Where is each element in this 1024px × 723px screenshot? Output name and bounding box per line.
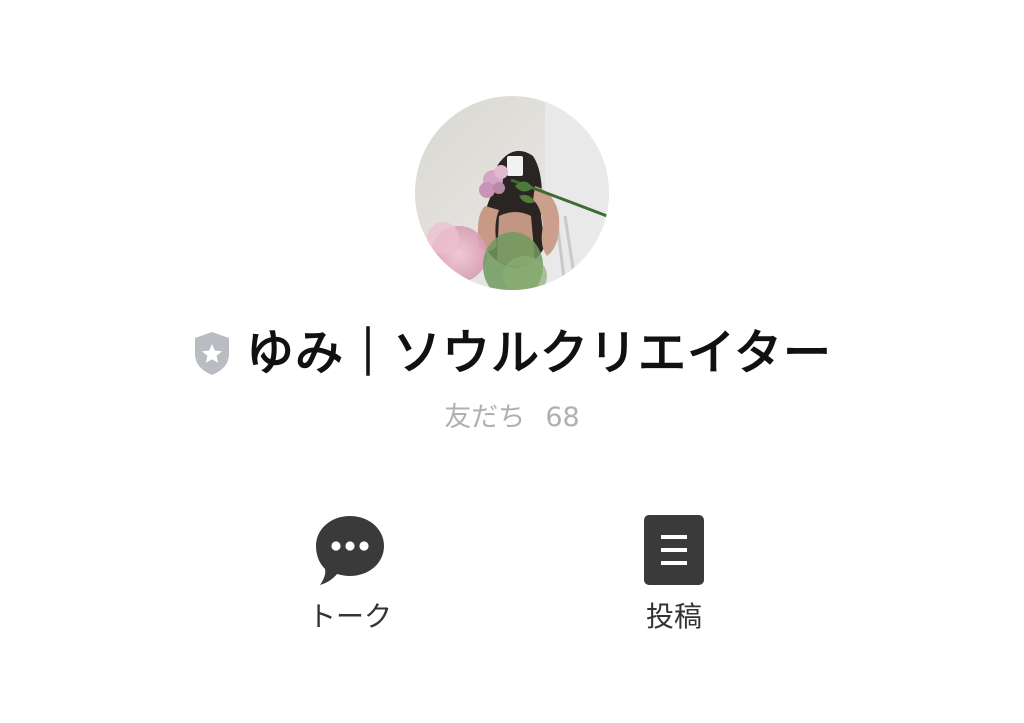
document-icon [644, 512, 704, 588]
avatar[interactable] [415, 96, 609, 290]
shield-star-icon [192, 330, 232, 376]
profile-name-row: ゆみ｜ソウルクリエイター [0, 318, 1024, 388]
friends-number: 68 [545, 402, 580, 433]
talk-label: トーク [307, 600, 392, 633]
posts-label: 投稿 [645, 600, 702, 633]
talk-button[interactable]: トーク [270, 512, 430, 642]
chat-bubble-icon [314, 512, 386, 588]
avatar-photo [415, 96, 609, 290]
profile-page: ゆみ｜ソウルクリエイター 友だち 68 トーク 投稿 [0, 0, 1024, 723]
profile-name: ゆみ｜ソウルクリエイター [245, 325, 833, 381]
friends-count[interactable]: 友だち 68 [0, 398, 1024, 438]
posts-button[interactable]: 投稿 [594, 512, 754, 642]
friends-label: 友だち [444, 402, 526, 433]
